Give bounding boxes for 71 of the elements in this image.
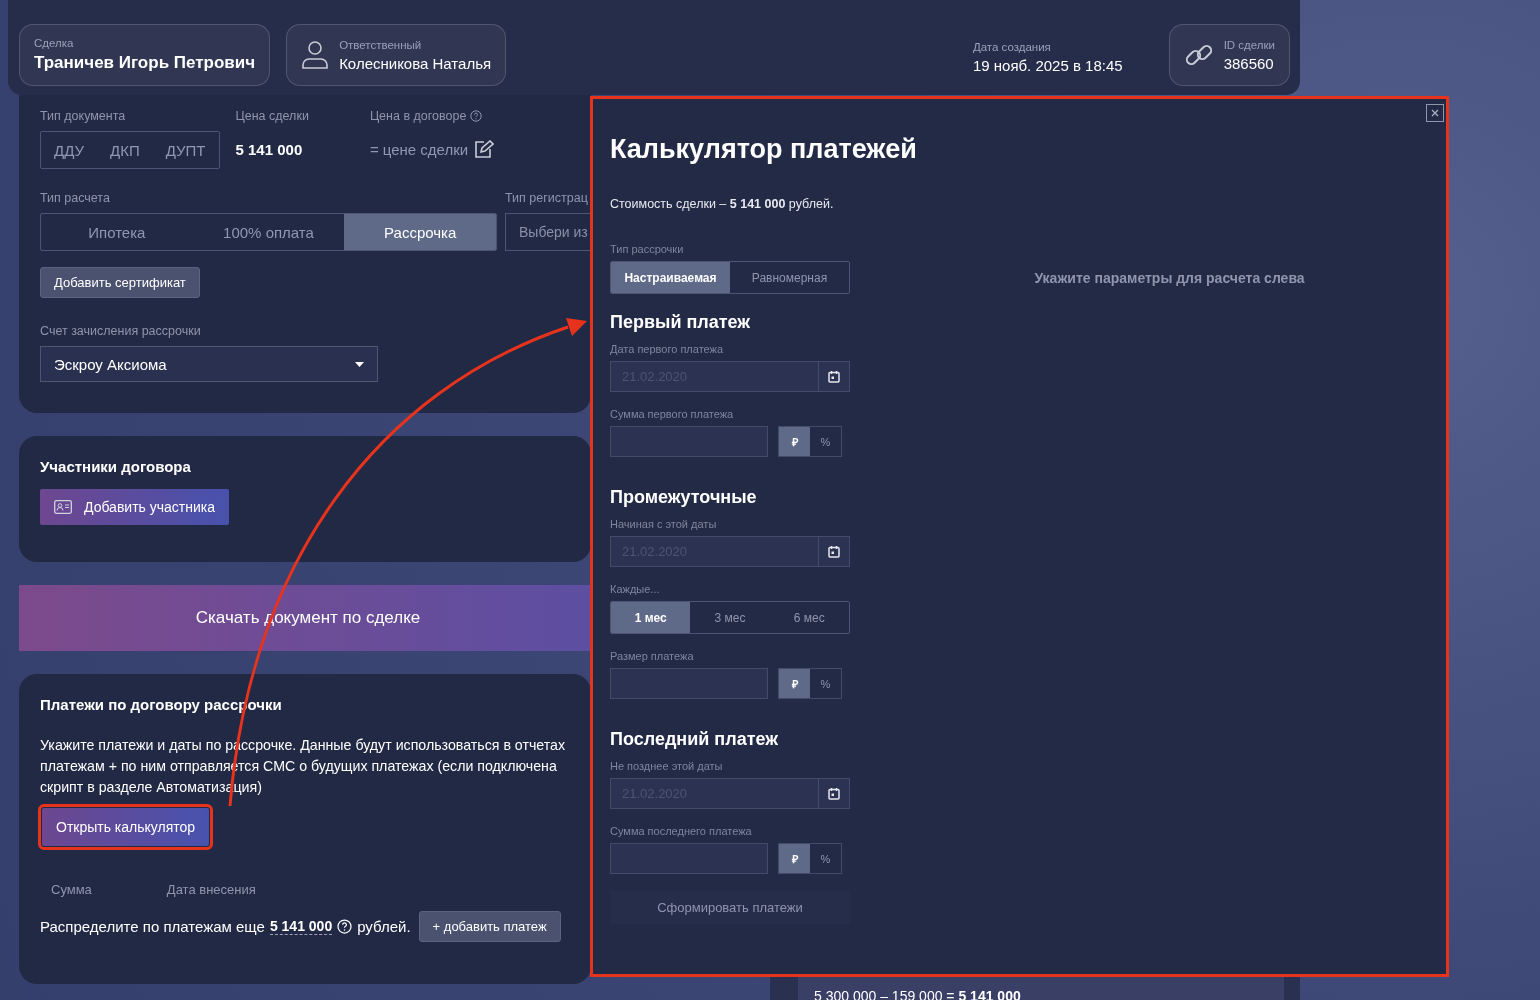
edit-icon[interactable] bbox=[474, 140, 495, 158]
segment-option[interactable]: Рассрочка bbox=[344, 214, 496, 250]
empty-state-hint: Укажите параметры для расчета слева bbox=[1034, 270, 1305, 288]
column-header: Сумма bbox=[51, 882, 92, 897]
dialog-title: Калькулятор платежей bbox=[610, 133, 917, 166]
field-label: Цена в договоре bbox=[369, 109, 467, 123]
add-certificate-button[interactable]: Добавить сертификат bbox=[40, 267, 200, 298]
unit-toggle[interactable]: % bbox=[810, 844, 841, 874]
field-label: Цена сделки bbox=[235, 109, 309, 123]
generate-payments-button[interactable]: Сформировать платежи bbox=[610, 890, 850, 925]
contract-price: = цене сделки bbox=[369, 140, 469, 158]
deal-cost-text: Стоимость сделки – 5 141 000 рублей. bbox=[610, 197, 835, 212]
section-title: Первый платеж bbox=[610, 312, 752, 334]
field-label: Счет зачисления рассрочки bbox=[40, 324, 202, 338]
field-label: Не позднее этой даты bbox=[610, 760, 724, 773]
remaining-text: рублей. bbox=[357, 918, 411, 935]
segment-option[interactable]: Настраиваемая bbox=[611, 262, 730, 294]
field-label: Сумма последнего платежа bbox=[610, 825, 753, 838]
field-label: Размер платежа bbox=[610, 650, 695, 663]
amount-field[interactable] bbox=[610, 426, 768, 458]
field-label: Тип регистрац bbox=[505, 191, 589, 205]
card-label: Ответственный bbox=[339, 38, 423, 51]
card-label: Сделка bbox=[34, 37, 75, 49]
remaining-amount: 5 141 000 bbox=[269, 918, 333, 935]
calendar-icon bbox=[828, 370, 840, 384]
responsible-name: Колесникова Наталья bbox=[339, 54, 492, 72]
segment-option[interactable]: ДУПТ bbox=[152, 132, 219, 168]
unit-toggle[interactable]: % bbox=[810, 669, 841, 699]
amount-field[interactable] bbox=[610, 668, 768, 700]
deal-price: 5 141 000 bbox=[235, 139, 304, 160]
segment-option[interactable]: Равномерная bbox=[730, 262, 849, 294]
close-icon bbox=[1431, 109, 1439, 117]
field-label: Сумма первого платежа bbox=[610, 408, 735, 421]
add-participant-button[interactable]: Добавить участника bbox=[40, 489, 230, 525]
segment-option[interactable]: 100% оплата bbox=[192, 214, 345, 250]
person-icon bbox=[301, 40, 330, 70]
unit-toggle[interactable]: ₽ bbox=[779, 669, 810, 699]
field-label: Каждые... bbox=[610, 583, 661, 596]
created-date: 19 нояб. 2025 в 18:45 bbox=[972, 57, 1123, 74]
field-label: Тип расчета bbox=[40, 191, 111, 205]
section-title: Промежуточные bbox=[610, 487, 758, 509]
field-label: Дата первого платежа bbox=[610, 343, 725, 356]
section-title: Участники договора bbox=[40, 458, 192, 475]
unit-toggle[interactable]: ₽ bbox=[779, 427, 810, 457]
calendar-icon bbox=[828, 787, 840, 801]
segment-option[interactable]: ДДУ bbox=[41, 132, 97, 168]
calendar-button[interactable] bbox=[819, 536, 850, 568]
segment-option[interactable]: Ипотека bbox=[41, 214, 193, 250]
field-label: Тип документа bbox=[40, 109, 127, 123]
add-payment-button[interactable]: + добавить платеж bbox=[418, 911, 561, 942]
remaining-text: Распределите по платежам еще bbox=[40, 918, 265, 935]
id-card-icon bbox=[54, 500, 72, 514]
unit-toggle[interactable]: ₽ bbox=[779, 844, 810, 874]
unit-toggle[interactable]: % bbox=[810, 427, 841, 457]
deal-name: Траничев Игорь Петрович bbox=[34, 53, 256, 73]
field-label: Начиная с этой даты bbox=[610, 518, 718, 531]
card-label: ID сделки bbox=[1223, 38, 1275, 51]
calendar-icon bbox=[828, 545, 840, 559]
calendar-button[interactable] bbox=[819, 778, 850, 810]
close-button[interactable] bbox=[1426, 104, 1444, 122]
section-title: Последний платеж bbox=[610, 729, 779, 751]
segment-option[interactable]: 1 мес bbox=[611, 602, 691, 634]
account-dropdown[interactable]: Эскроу Аксиома bbox=[40, 346, 378, 382]
segment-option[interactable]: ДКП bbox=[97, 132, 153, 168]
created-label: Дата создания bbox=[972, 41, 1052, 53]
amount-field[interactable] bbox=[610, 843, 768, 875]
calendar-button[interactable] bbox=[819, 361, 850, 393]
segment-option[interactable]: 6 мес bbox=[769, 602, 849, 634]
column-header: Дата внесения bbox=[166, 882, 256, 897]
deal-id: 386560 bbox=[1223, 54, 1275, 72]
caret-icon bbox=[355, 361, 364, 367]
